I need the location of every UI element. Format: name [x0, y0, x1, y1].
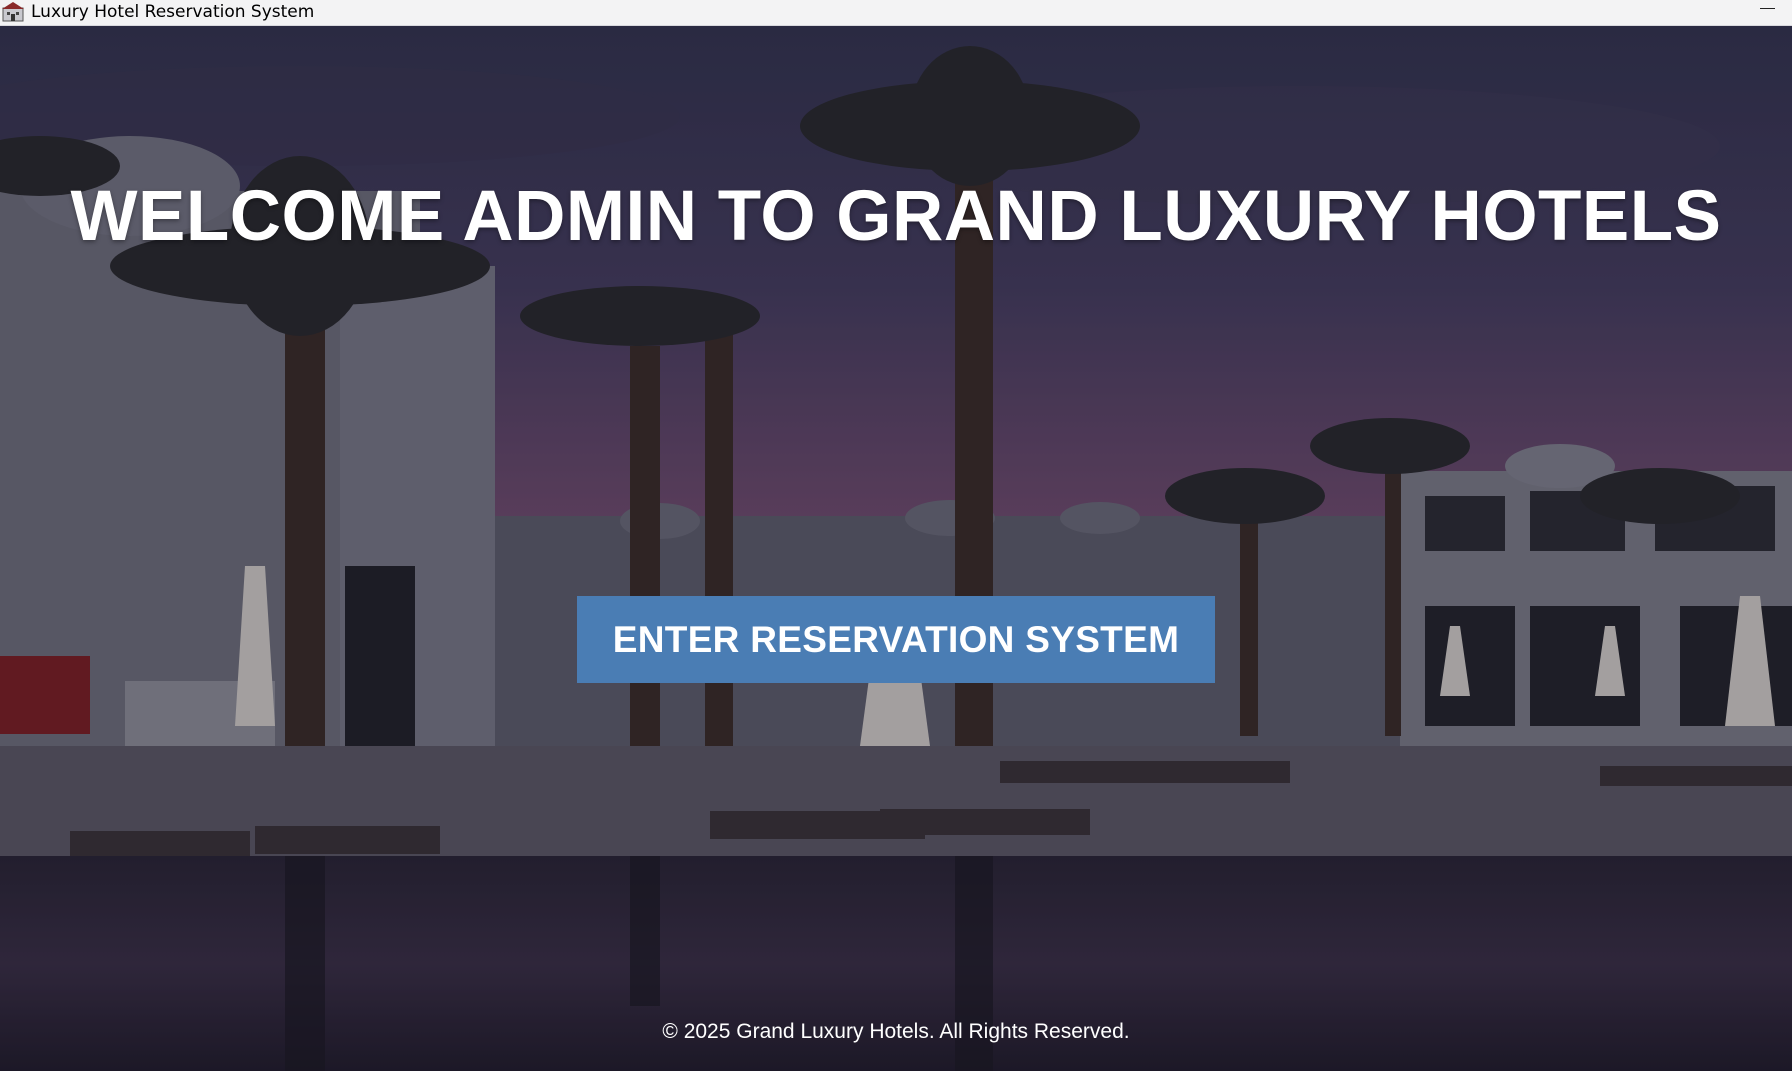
minimize-icon — [1760, 8, 1775, 9]
window-titlebar: Luxury Hotel Reservation System — [0, 0, 1792, 26]
minimize-button[interactable] — [1744, 0, 1792, 26]
window-title: Luxury Hotel Reservation System — [31, 2, 315, 22]
hotel-app-icon — [2, 2, 24, 22]
welcome-headline: WELCOME ADMIN TO GRAND LUXURY HOTELS — [70, 177, 1722, 256]
copyright-footer: © 2025 Grand Luxury Hotels. All Rights R… — [662, 1020, 1130, 1043]
enter-reservation-system-button[interactable]: ENTER RESERVATION SYSTEM — [577, 596, 1215, 683]
